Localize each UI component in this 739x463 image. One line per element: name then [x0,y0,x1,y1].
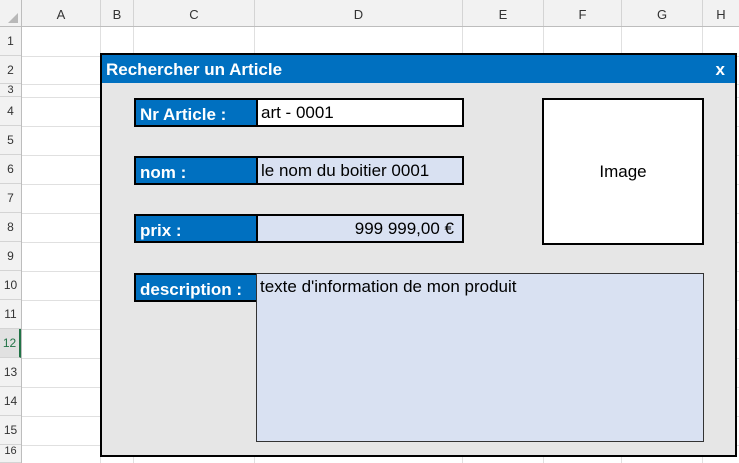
form-title: Rechercher un Article [106,60,283,79]
image-placeholder-label: Image [599,161,647,181]
column-header-g[interactable]: G [622,0,703,26]
row-header-bar: 1 2 3 4 5 6 7 8 9 10 11 12 13 14 15 16 [0,27,22,463]
nr-article-input[interactable]: art - 0001 [256,98,464,127]
column-header-d[interactable]: D [255,0,463,26]
row-header[interactable]: 11 [0,300,21,329]
row-header[interactable]: 13 [0,358,21,387]
row-header[interactable]: 1 [0,27,21,56]
description-label: description : [134,273,256,302]
column-header-b[interactable]: B [101,0,134,26]
select-all-button[interactable] [0,0,22,26]
nom-field[interactable]: le nom du boitier 0001 [256,156,464,185]
row-header[interactable]: 9 [0,242,21,271]
search-article-form: Rechercher un Article x Nr Article : art… [100,53,737,457]
product-image: Image [542,98,704,245]
nr-article-label: Nr Article : [134,98,256,127]
column-header-h[interactable]: H [703,0,739,26]
row-header[interactable]: 15 [0,416,21,445]
row-header[interactable]: 8 [0,213,21,242]
row-header[interactable]: 14 [0,387,21,416]
row-header[interactable]: 6 [0,155,21,184]
row-header[interactable]: 3 [0,84,21,97]
close-button[interactable]: x [716,55,725,85]
row-header[interactable]: 16 [0,445,21,463]
row-header[interactable]: 7 [0,184,21,213]
column-header-bar: A B C D E F G H [0,0,739,27]
prix-field[interactable]: 999 999,00 € [256,214,464,243]
column-header-c[interactable]: C [134,0,255,26]
row-header[interactable]: 4 [0,97,21,126]
prix-label: prix : [134,214,256,243]
form-title-bar[interactable]: Rechercher un Article [102,55,735,83]
row-header-selected[interactable]: 12 [0,329,21,358]
nom-label: nom : [134,156,256,185]
row-header[interactable]: 2 [0,56,21,84]
column-header-f[interactable]: F [544,0,622,26]
select-all-icon [8,13,18,23]
description-textarea[interactable]: texte d'information de mon produit [256,273,704,442]
row-header[interactable]: 5 [0,126,21,155]
column-header-e[interactable]: E [463,0,544,26]
row-header[interactable]: 10 [0,271,21,300]
column-header-a[interactable]: A [22,0,101,26]
